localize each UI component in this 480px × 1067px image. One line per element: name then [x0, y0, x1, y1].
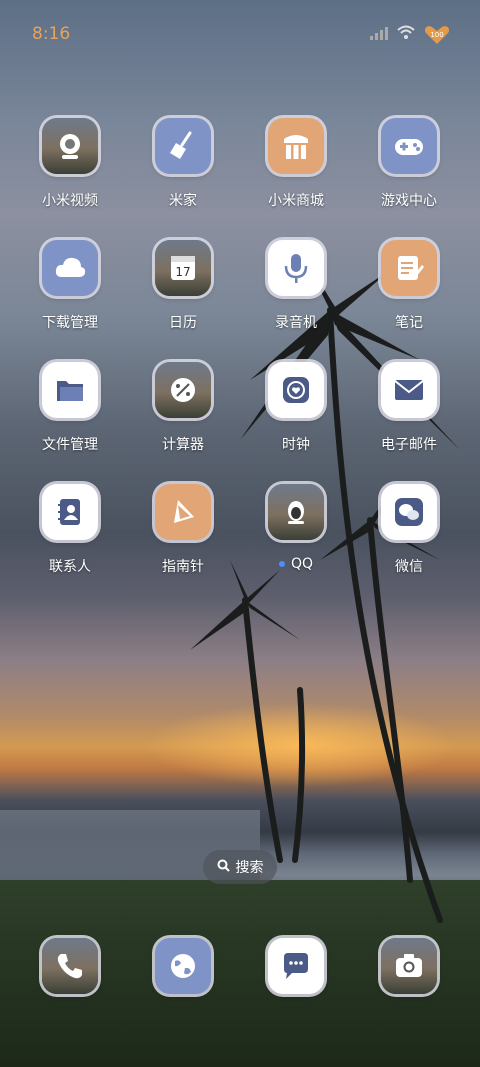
notes-icon — [381, 240, 437, 296]
battery-level: 100 — [430, 31, 443, 39]
app-label: 日历 — [169, 315, 197, 331]
gamepad-icon — [381, 118, 437, 174]
compass-icon — [155, 484, 211, 540]
contacts-icon — [42, 484, 98, 540]
calendar-icon: 17 — [155, 240, 211, 296]
app-label: QQ — [241, 556, 351, 572]
app-label: 笔记 — [395, 315, 423, 331]
app-calendar[interactable]: 17 日历 — [128, 240, 238, 332]
wifi-icon — [396, 24, 416, 44]
app-label: 指南针 — [162, 559, 204, 575]
app-label: 时钟 — [282, 437, 310, 453]
app-contacts[interactable]: 联系人 — [15, 484, 125, 576]
app-qq[interactable]: QQ — [241, 484, 351, 572]
status-icons: 100 — [370, 24, 450, 44]
app-game-center[interactable]: 游戏中心 — [354, 118, 464, 210]
app-label: 小米商城 — [268, 193, 324, 209]
app-wechat[interactable]: 微信 — [354, 484, 464, 576]
app-label: 下载管理 — [42, 315, 98, 331]
messages-icon — [268, 938, 324, 994]
camera-icon — [381, 938, 437, 994]
app-label: 计算器 — [162, 437, 204, 453]
app-label: 微信 — [395, 559, 423, 575]
dock-camera[interactable] — [354, 938, 464, 994]
app-label: 小米视频 — [42, 193, 98, 209]
calendar-date: 17 — [175, 265, 190, 279]
app-label: 米家 — [169, 193, 197, 209]
app-xiaomi-store[interactable]: 小米商城 — [241, 118, 351, 210]
video-camera-icon — [42, 118, 98, 174]
wechat-icon — [381, 484, 437, 540]
microphone-icon — [268, 240, 324, 296]
app-label: 文件管理 — [42, 437, 98, 453]
search-label: 搜索 — [235, 860, 264, 876]
app-xiaomi-video[interactable]: 小米视频 — [15, 118, 125, 210]
new-install-dot — [278, 561, 285, 567]
app-clock[interactable]: 时钟 — [241, 362, 351, 454]
app-label: 游戏中心 — [381, 193, 437, 209]
qq-penguin-icon — [268, 484, 324, 540]
app-notes[interactable]: 笔记 — [354, 240, 464, 332]
status-bar: 8:16 100 — [0, 0, 480, 66]
folder-icon — [42, 362, 98, 418]
browser-globe-icon — [155, 938, 211, 994]
app-email[interactable]: 电子邮件 — [354, 362, 464, 454]
dock-browser[interactable] — [128, 938, 238, 994]
app-compass[interactable]: 指南针 — [128, 484, 238, 576]
app-calculator[interactable]: 计算器 — [128, 362, 238, 454]
app-mijia[interactable]: 米家 — [128, 118, 238, 210]
signal-icon — [370, 25, 388, 44]
broom-icon — [155, 118, 211, 174]
app-file-manager[interactable]: 文件管理 — [15, 362, 125, 454]
clock-icon — [268, 362, 324, 418]
calculator-icon — [155, 362, 211, 418]
app-label: 联系人 — [49, 559, 91, 575]
app-label: 电子邮件 — [381, 437, 437, 453]
app-recorder[interactable]: 录音机 — [241, 240, 351, 332]
app-download-manager[interactable]: 下载管理 — [15, 240, 125, 332]
dock-messages[interactable] — [241, 938, 351, 994]
mail-icon — [381, 362, 437, 418]
dock-phone[interactable] — [15, 938, 125, 994]
search-pill[interactable]: 搜索 — [203, 850, 277, 884]
search-icon — [217, 859, 230, 876]
battery-heart-icon: 100 — [424, 25, 450, 44]
store-icon — [268, 118, 324, 174]
phone-icon — [42, 938, 98, 994]
app-label: 录音机 — [275, 315, 317, 331]
status-time: 8:16 — [32, 24, 71, 44]
cloud-icon — [42, 240, 98, 296]
